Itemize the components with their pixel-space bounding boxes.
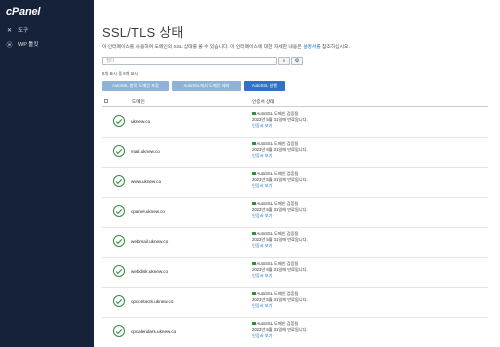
exclude-domain-button[interactable]: AutoSSL에서 도메인 제외 xyxy=(172,81,241,91)
certificate-status: AutoSSL 도메인 검증됨 2023년 5월 31일에 만료됩니다. 인증서… xyxy=(252,111,308,129)
valid-check-icon xyxy=(113,145,125,157)
view-certificate-link[interactable]: 인증서 보기 xyxy=(252,123,308,129)
view-certificate-link[interactable]: 인증서 보기 xyxy=(252,333,308,339)
valid-check-icon xyxy=(113,115,125,127)
view-certificate-link[interactable]: 인증서 보기 xyxy=(252,153,308,159)
wordpress-icon: ⓦ xyxy=(6,42,13,49)
domain-name: cpcalendars.uknew.co xyxy=(131,329,177,334)
table-row[interactable]: webmail.uknew.co AutoSSL 도메인 검증됨 2023년 5… xyxy=(102,228,488,258)
search-icon: ⌕ xyxy=(282,58,286,64)
settings-button[interactable]: ⚙ xyxy=(291,57,303,65)
page-title: SSL/TLS 상태 xyxy=(102,25,184,40)
table-row[interactable]: www.uknew.co AutoSSL 도메인 검증됨 2023년 5월 31… xyxy=(102,168,488,198)
lock-icon xyxy=(252,322,256,325)
valid-check-icon xyxy=(113,175,125,187)
table-row[interactable]: uknew.co AutoSSL 도메인 검증됨 2023년 5월 31일에 만… xyxy=(102,108,488,138)
lock-icon xyxy=(252,112,256,115)
view-certificate-link[interactable]: 인증서 보기 xyxy=(252,303,308,309)
results-count: 8개 표시 중 8개 표시 xyxy=(102,71,139,76)
lock-icon xyxy=(252,232,256,235)
search-button[interactable]: ⌕ xyxy=(278,57,290,65)
domain-name: cpanel.uknew.co xyxy=(131,209,165,214)
sidebar-item-wp-toolkit[interactable]: ⓦ WP 툴킷 xyxy=(6,40,39,49)
run-autossl-button[interactable]: AutoSSL 실행 xyxy=(244,81,285,91)
table-row[interactable]: webdisk.uknew.co AutoSSL 도메인 검증됨 2023년 5… xyxy=(102,258,488,288)
lock-icon xyxy=(252,202,256,205)
gear-icon: ⚙ xyxy=(294,58,300,64)
sidebar: cPanel ✕ 도구 ⓦ WP 툴킷 xyxy=(0,0,94,347)
domain-name: www.uknew.co xyxy=(131,179,162,184)
table-header: 도메인 인증서 상태 xyxy=(102,97,488,107)
sidebar-item-tools[interactable]: ✕ 도구 xyxy=(6,26,29,35)
certificate-status: AutoSSL 도메인 검증됨 2023년 5월 31일에 만료됩니다. 인증서… xyxy=(252,321,308,339)
view-certificate-link[interactable]: 인증서 보기 xyxy=(252,273,308,279)
table-row[interactable]: cpcalendars.uknew.co AutoSSL 도메인 검증됨 202… xyxy=(102,318,488,347)
select-all-checkbox[interactable] xyxy=(104,99,108,103)
view-certificate-link[interactable]: 인증서 보기 xyxy=(252,213,308,219)
domain-name: mail.uknew.co xyxy=(131,149,160,154)
lock-icon xyxy=(252,292,256,295)
table-row[interactable]: cpcontacts.uknew.co AutoSSL 도메인 검증됨 2023… xyxy=(102,288,488,318)
page-description: 이 인터페이스를 사용하여 도메인의 SSL 상태를 볼 수 있습니다. 이 인… xyxy=(102,45,350,50)
include-domain-button[interactable]: AutoSSL 항목 도메인 포함 xyxy=(102,81,169,91)
sidebar-item-label: WP 툴킷 xyxy=(18,42,39,48)
lock-icon xyxy=(252,142,256,145)
domain-name: uknew.co xyxy=(131,119,151,124)
certificate-status: AutoSSL 도메인 검증됨 2023년 5월 31일에 만료됩니다. 인증서… xyxy=(252,231,308,249)
documentation-link[interactable]: 설명서를 xyxy=(303,45,321,50)
valid-check-icon xyxy=(113,265,125,277)
domain-name: cpcontacts.uknew.co xyxy=(131,299,174,304)
view-certificate-link[interactable]: 인증서 보기 xyxy=(252,243,308,249)
certificate-status: AutoSSL 도메인 검증됨 2023년 5월 31일에 만료됩니다. 인증서… xyxy=(252,291,308,309)
valid-check-icon xyxy=(113,205,125,217)
table-row[interactable]: mail.uknew.co AutoSSL 도메인 검증됨 2023년 5월 3… xyxy=(102,138,488,168)
sidebar-item-label: 도구 xyxy=(18,28,29,34)
certificate-status: AutoSSL 도메인 검증됨 2023년 5월 31일에 만료됩니다. 인증서… xyxy=(252,261,308,279)
valid-check-icon xyxy=(113,235,125,247)
column-status[interactable]: 인증서 상태 xyxy=(252,99,274,105)
domain-name: webmail.uknew.co xyxy=(131,239,169,244)
lock-icon xyxy=(252,262,256,265)
view-certificate-link[interactable]: 인증서 보기 xyxy=(252,183,308,189)
tools-icon: ✕ xyxy=(6,27,13,34)
valid-check-icon xyxy=(113,325,125,337)
table-row[interactable]: cpanel.uknew.co AutoSSL 도메인 검증됨 2023년 5월… xyxy=(102,198,488,228)
main-content: SSL/TLS 상태 이 인터페이스를 사용하여 도메인의 SSL 상태를 볼 … xyxy=(94,0,500,347)
domain-name: webdisk.uknew.co xyxy=(131,269,169,274)
cpanel-logo[interactable]: cPanel xyxy=(6,6,40,18)
certificate-status: AutoSSL 도메인 검증됨 2023년 5월 31일에 만료됩니다. 인증서… xyxy=(252,141,308,159)
certificate-status: AutoSSL 도메인 검증됨 2023년 5월 31일에 만료됩니다. 인증서… xyxy=(252,201,308,219)
search-input[interactable]: 필터 xyxy=(102,57,277,65)
lock-icon xyxy=(252,172,256,175)
certificate-status: AutoSSL 도메인 검증됨 2023년 5월 31일에 만료됩니다. 인증서… xyxy=(252,171,308,189)
valid-check-icon xyxy=(113,295,125,307)
column-domain[interactable]: 도메인 xyxy=(132,99,145,105)
